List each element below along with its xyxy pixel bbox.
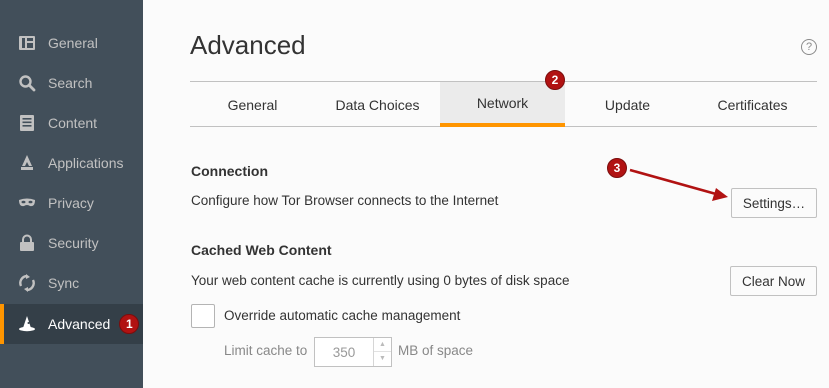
page-title: Advanced <box>190 30 306 60</box>
override-cache-checkbox[interactable] <box>191 304 215 328</box>
privacy-mask-icon <box>17 193 37 213</box>
override-cache-label: Override automatic cache management <box>224 308 461 323</box>
cache-description: Your web content cache is currently usin… <box>191 273 570 288</box>
step-1-badge: 1 <box>119 314 140 334</box>
step-2-badge: 2 <box>545 70 565 90</box>
cache-size-value: 350 <box>332 344 356 360</box>
cache-heading: Cached Web Content <box>191 242 332 258</box>
cache-size-stepper[interactable]: 350 ▲ ▼ <box>314 337 392 367</box>
sidebar-item-privacy[interactable]: Privacy <box>0 183 143 223</box>
sidebar-item-label: Privacy <box>48 195 94 211</box>
sidebar-item-label: Applications <box>48 155 124 171</box>
tab-certificates[interactable]: Certificates <box>690 82 815 127</box>
security-lock-icon <box>17 233 37 253</box>
general-icon <box>17 33 37 53</box>
sidebar-item-advanced[interactable]: Advanced 1 <box>0 304 143 344</box>
sidebar-item-applications[interactable]: Applications <box>0 143 143 183</box>
advanced-wizard-hat-icon <box>17 314 37 334</box>
chevron-up-icon[interactable]: ▲ <box>374 338 391 352</box>
sidebar-item-label: Search <box>48 75 93 91</box>
sidebar-item-general[interactable]: General <box>0 23 143 63</box>
help-icon[interactable]: ? <box>801 39 817 55</box>
sidebar-item-search[interactable]: Search <box>0 63 143 103</box>
step-3-badge: 3 <box>607 158 627 178</box>
connection-settings-button[interactable]: Settings… <box>731 188 817 218</box>
tab-network[interactable]: Network <box>440 82 565 127</box>
tab-general[interactable]: General <box>190 82 315 127</box>
tab-data-choices[interactable]: Data Choices <box>315 82 440 127</box>
tab-update[interactable]: Update <box>565 82 690 127</box>
sidebar-item-label: General <box>48 35 98 51</box>
sidebar-item-label: Sync <box>48 275 80 291</box>
sidebar-item-sync[interactable]: Sync <box>0 263 143 303</box>
sync-icon <box>17 273 37 293</box>
limit-cache-unit: MB of space <box>398 343 474 358</box>
tab-bar: General Data Choices Network Update Cert… <box>190 81 817 127</box>
sidebar-item-security[interactable]: Security <box>0 223 143 263</box>
sidebar-item-label: Security <box>48 235 99 251</box>
chevron-down-icon[interactable]: ▼ <box>374 352 391 366</box>
clear-now-button[interactable]: Clear Now <box>730 266 817 296</box>
sidebar-item-label: Advanced <box>48 316 111 332</box>
sidebar: General Search Content Applications Priv… <box>0 0 143 388</box>
step-3-arrow <box>629 168 728 201</box>
applications-icon <box>17 153 37 173</box>
connection-description: Configure how Tor Browser connects to th… <box>191 193 499 208</box>
sidebar-item-content[interactable]: Content <box>0 103 143 143</box>
search-icon <box>17 73 37 93</box>
limit-cache-label: Limit cache to <box>224 343 308 358</box>
connection-heading: Connection <box>191 163 268 179</box>
stepper-arrows[interactable]: ▲ ▼ <box>373 338 391 366</box>
content-icon <box>17 113 37 133</box>
sidebar-item-label: Content <box>48 115 98 131</box>
